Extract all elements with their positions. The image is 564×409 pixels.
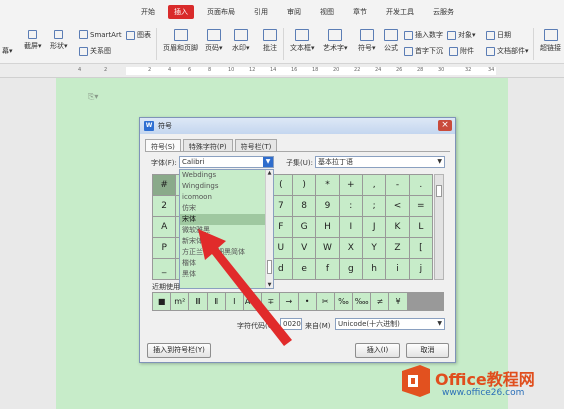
office-logo-icon xyxy=(402,365,430,397)
arrow-icon xyxy=(198,229,292,346)
watermark-url: www.office26.com xyxy=(442,388,525,398)
watermark-brand: Office教程网 xyxy=(435,370,535,389)
red-arrow-annotation xyxy=(198,229,292,346)
